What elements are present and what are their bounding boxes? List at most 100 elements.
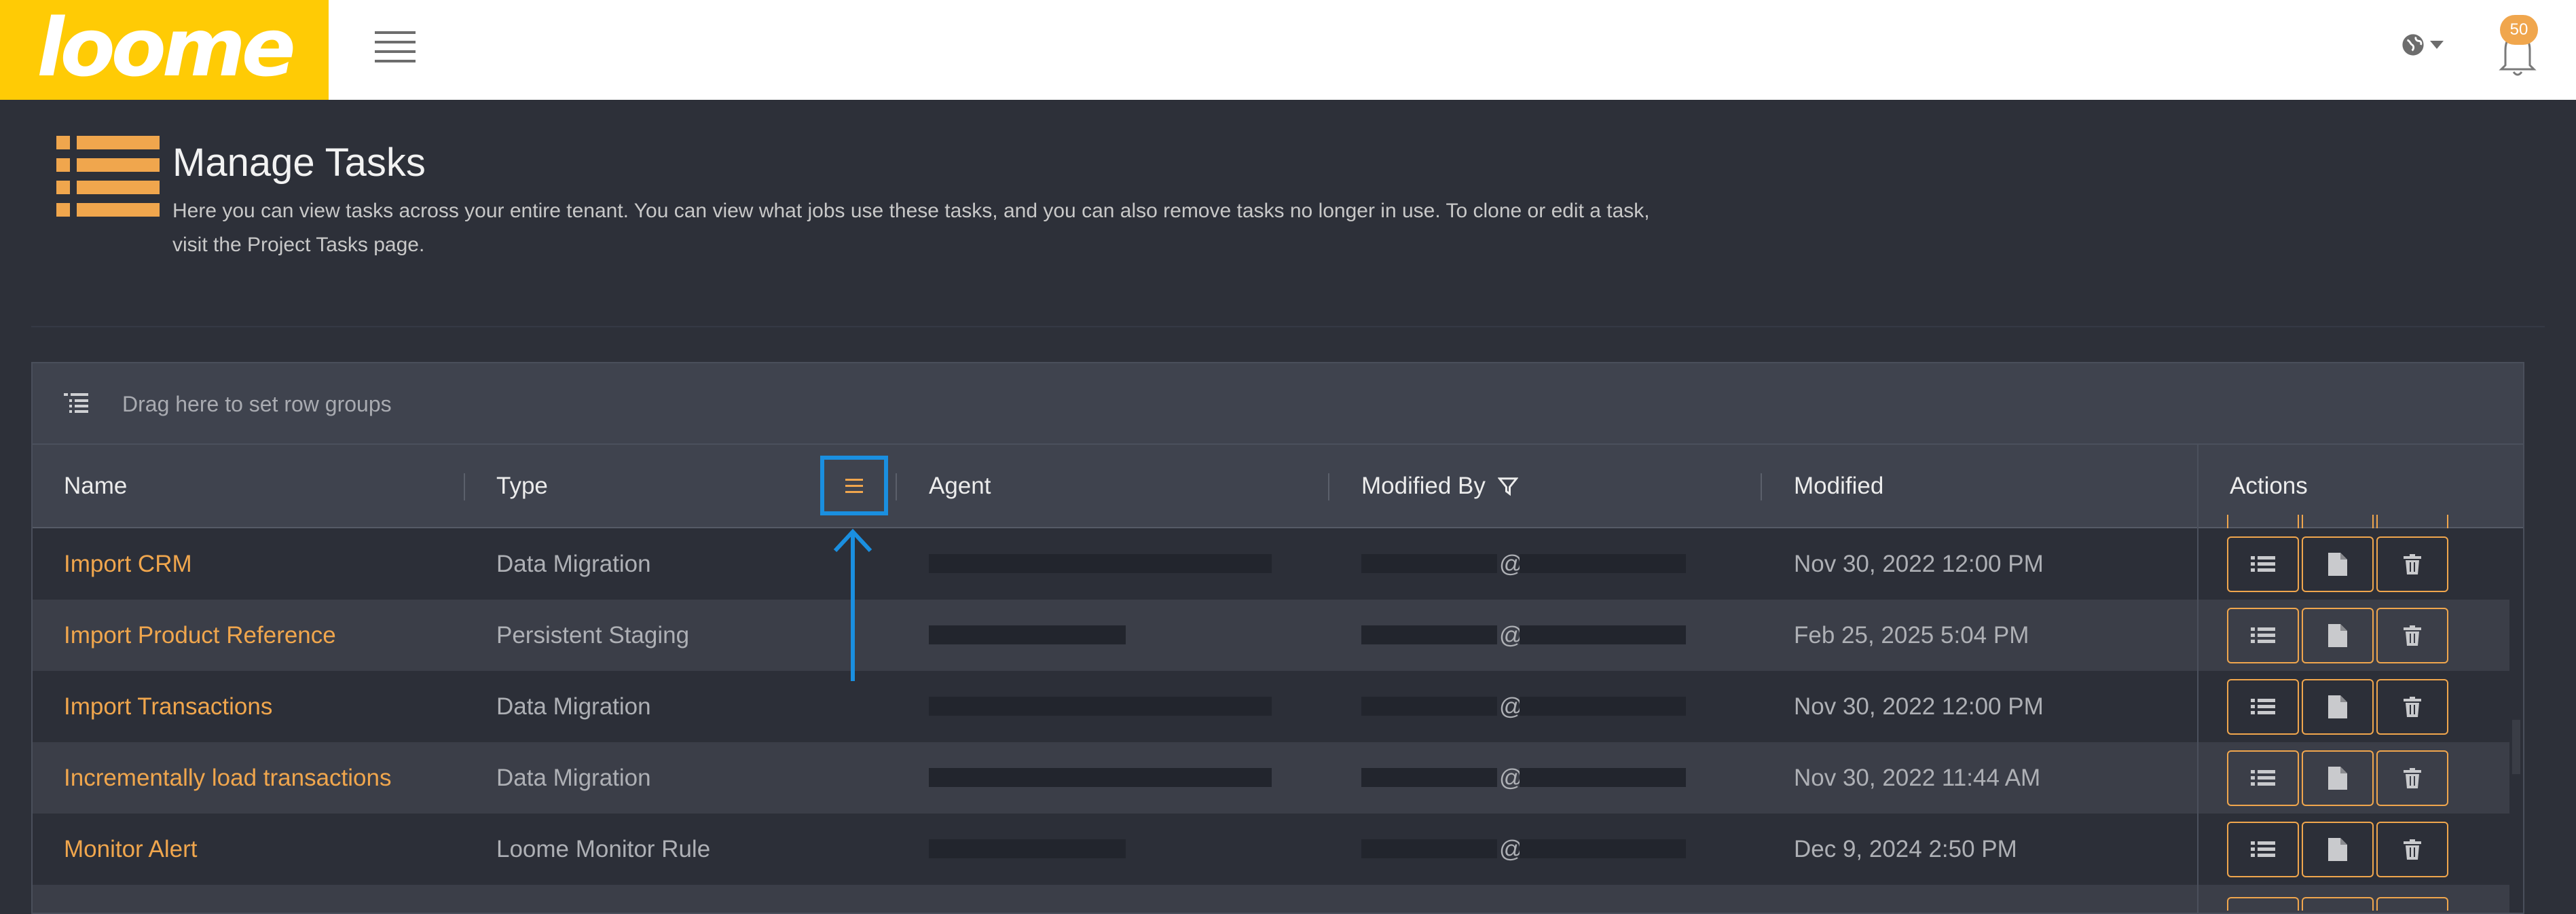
- view-task-button[interactable]: [2302, 679, 2374, 735]
- task-type: Data Migration: [496, 550, 651, 577]
- document-icon: [2328, 624, 2347, 647]
- document-icon: [2328, 767, 2347, 790]
- redacted-agent: [929, 554, 1272, 573]
- task-type: Persistent Staging: [496, 621, 690, 648]
- column-header-label: Modified By: [1361, 472, 1486, 499]
- section-divider: [31, 326, 2545, 327]
- page-description-line: Here you can view tasks across your enti…: [172, 200, 1650, 222]
- filter-icon[interactable]: [1497, 476, 1518, 496]
- trash-icon: [2404, 625, 2421, 646]
- modified-date: Dec 9, 2024 2:50 PM: [1794, 835, 2017, 862]
- table-row[interactable]: [33, 885, 2509, 913]
- task-type: Data Migration: [496, 693, 651, 720]
- column-resize-handle[interactable]: [1328, 473, 1329, 500]
- list-action-button[interactable]: [2227, 897, 2299, 911]
- redacted-agent: [929, 625, 1126, 644]
- delete-action-button[interactable]: [2376, 897, 2448, 911]
- page-description-line: visit the Project Tasks page.: [172, 234, 425, 256]
- redacted-domain: [1520, 554, 1686, 573]
- column-resize-handle[interactable]: [1761, 473, 1762, 500]
- column-header-label: Type: [496, 472, 548, 499]
- delete-task-button[interactable]: [2376, 822, 2448, 877]
- modified-date: Nov 30, 2022 12:00 PM: [1794, 550, 2044, 577]
- delete-task-button[interactable]: [2376, 536, 2448, 592]
- view-jobs-button[interactable]: [2227, 608, 2299, 663]
- caret-down-icon: [2430, 41, 2444, 49]
- table-row[interactable]: Import Transactions Data Migration @ Nov…: [33, 671, 2509, 742]
- delete-task-button[interactable]: [2376, 608, 2448, 663]
- loome-logo[interactable]: loome: [0, 0, 329, 100]
- view-jobs-button[interactable]: [2227, 679, 2299, 735]
- trash-icon: [2404, 554, 2421, 574]
- column-header-label: Agent: [929, 472, 991, 499]
- globe-icon: [2402, 34, 2424, 56]
- grid-header: Name Type Agent Modified By Modified Act…: [33, 445, 2523, 528]
- view-jobs-button[interactable]: [2227, 750, 2299, 806]
- table-row[interactable]: Incrementally load transactions Data Mig…: [33, 742, 2509, 814]
- document-icon: [2328, 553, 2347, 576]
- column-header-modified[interactable]: Modified: [1794, 445, 1883, 527]
- column-header-modified-by[interactable]: Modified By: [1361, 445, 1518, 527]
- task-name-link[interactable]: Import Transactions: [64, 671, 272, 742]
- task-name-link[interactable]: Incrementally load transactions: [64, 742, 391, 814]
- task-name-link[interactable]: Monitor Alert: [64, 814, 197, 885]
- tasks-list-icon: [56, 136, 160, 217]
- list-icon: [2251, 699, 2275, 714]
- view-task-button[interactable]: [2302, 822, 2374, 877]
- table-row[interactable]: Monitor Alert Loome Monitor Rule @ Dec 9…: [33, 814, 2509, 885]
- redacted-domain: [1520, 839, 1686, 858]
- column-header-type[interactable]: Type: [496, 445, 548, 527]
- list-icon: [2251, 627, 2275, 643]
- redacted-user: [1361, 697, 1497, 716]
- redacted-agent: [929, 768, 1272, 787]
- view-task-button[interactable]: [2302, 608, 2374, 663]
- column-header-agent[interactable]: Agent: [929, 445, 991, 527]
- table-row[interactable]: Import Product Reference Persistent Stag…: [33, 600, 2509, 671]
- hamburger-menu-icon[interactable]: [375, 31, 416, 62]
- delete-task-button[interactable]: [2376, 750, 2448, 806]
- view-task-button[interactable]: [2302, 750, 2374, 806]
- vertical-scrollbar[interactable]: [2512, 720, 2520, 774]
- trash-icon: [2404, 768, 2421, 788]
- modified-date: Nov 30, 2022 12:00 PM: [1794, 693, 2044, 720]
- document-action-button[interactable]: [2302, 897, 2374, 911]
- trash-icon: [2404, 839, 2421, 860]
- redacted-user: [1361, 839, 1497, 858]
- delete-task-button[interactable]: [2376, 679, 2448, 735]
- page-description: Here you can view tasks across your enti…: [172, 194, 1680, 262]
- column-menu-button[interactable]: [820, 456, 888, 515]
- view-jobs-button[interactable]: [2227, 536, 2299, 592]
- task-type: Data Migration: [496, 764, 651, 791]
- column-header-label: Name: [64, 472, 128, 499]
- column-header-name[interactable]: Name: [64, 445, 127, 527]
- task-name-link[interactable]: Import Product Reference: [64, 600, 336, 671]
- modified-date: Nov 30, 2022 11:44 AM: [1794, 764, 2041, 791]
- redacted-domain: [1520, 697, 1686, 716]
- trash-icon: [2404, 697, 2421, 717]
- actions-column-divider: [2197, 445, 2198, 913]
- language-selector[interactable]: [2402, 31, 2449, 58]
- row-group-placeholder: Drag here to set row groups: [122, 392, 392, 416]
- tasks-grid: Drag here to set row groups Name Type Ag…: [31, 362, 2524, 914]
- redacted-user: [1361, 768, 1497, 787]
- column-header-label: Actions: [2230, 472, 2308, 499]
- page-title: Manage Tasks: [172, 141, 426, 185]
- list-icon: [2251, 556, 2275, 572]
- menu-icon: [845, 477, 863, 495]
- redacted-user: [1361, 554, 1497, 573]
- column-resize-handle[interactable]: [896, 473, 897, 500]
- redacted-agent: [929, 697, 1272, 716]
- document-icon: [2328, 838, 2347, 861]
- view-jobs-button[interactable]: [2227, 822, 2299, 877]
- column-resize-handle[interactable]: [464, 473, 465, 500]
- row-group-icon: [64, 393, 88, 413]
- task-name-link[interactable]: Import CRM: [64, 528, 192, 600]
- row-group-panel[interactable]: Drag here to set row groups: [33, 363, 2523, 445]
- document-icon: [2328, 695, 2347, 718]
- redacted-domain: [1520, 768, 1686, 787]
- table-row[interactable]: Import CRM Data Migration @ Nov 30, 2022…: [33, 528, 2509, 600]
- annotation-arrow-icon: [833, 528, 872, 681]
- view-task-button[interactable]: [2302, 536, 2374, 592]
- notifications-button[interactable]: 50: [2493, 15, 2541, 76]
- top-bar: loome 50: [0, 0, 2576, 100]
